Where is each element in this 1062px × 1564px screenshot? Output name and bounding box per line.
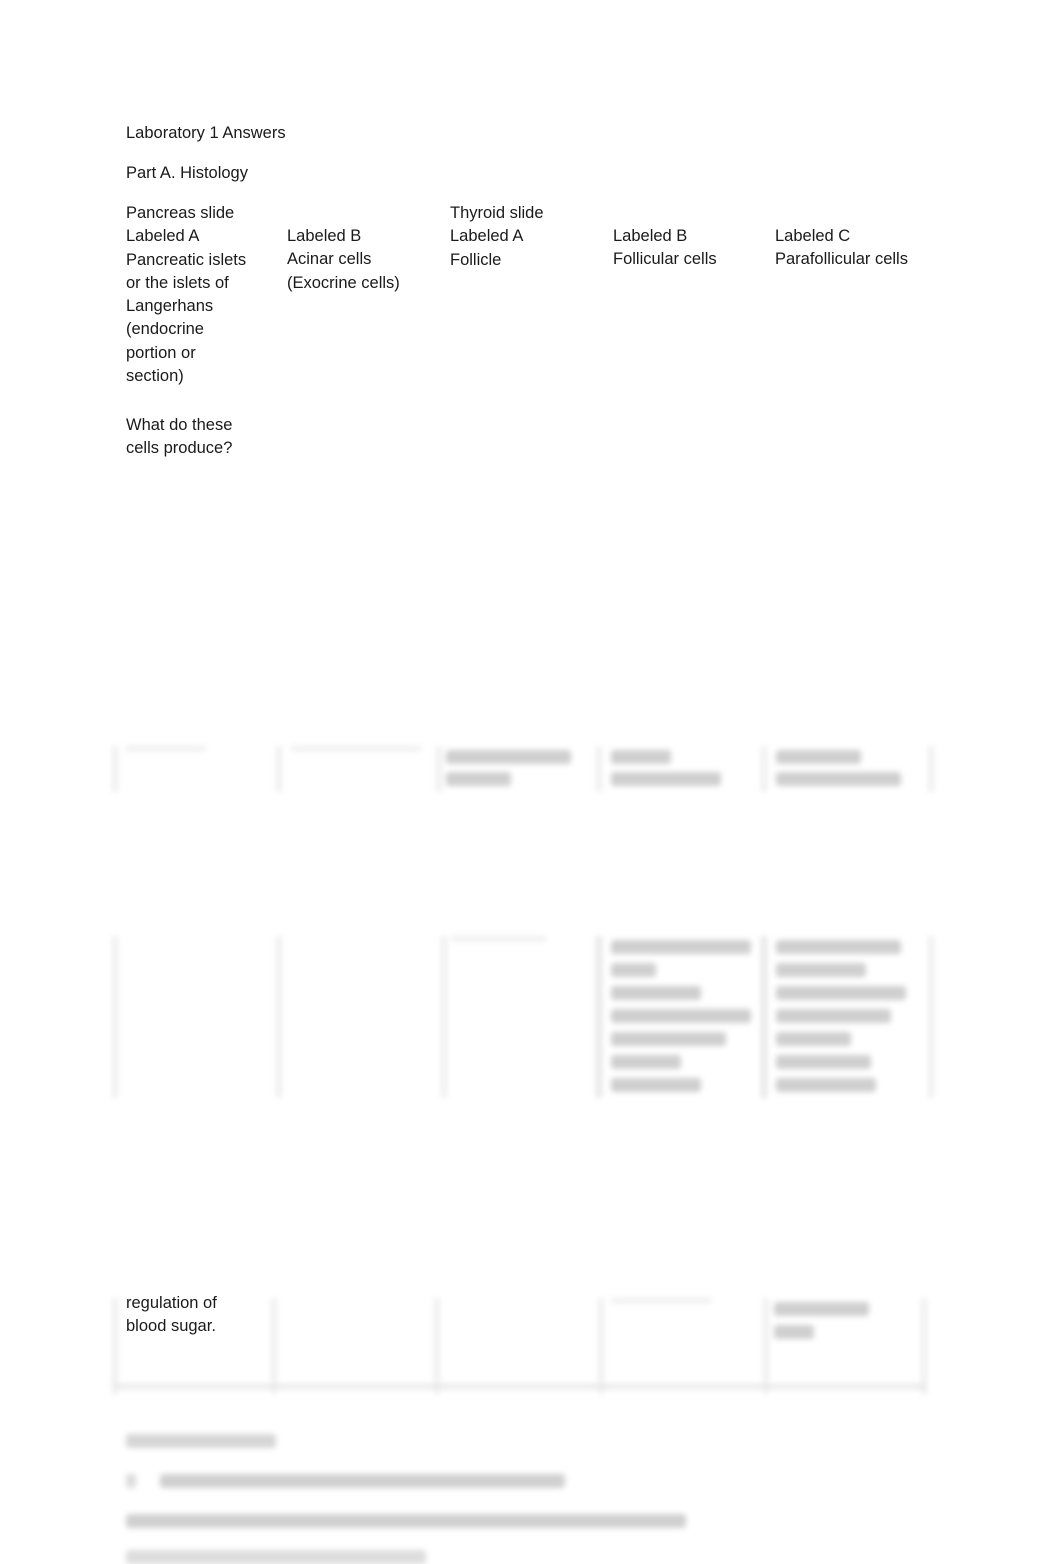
column-answer-line: Acinar cells [287, 250, 372, 269]
column-answer-line: or the islets of [126, 273, 229, 292]
column-answer-line: (endocrine [126, 320, 204, 339]
section-heading: Part A. Histology [126, 164, 248, 182]
column-answer-line: Pancreatic islets [126, 250, 247, 269]
column-answer-line: Langerhans [126, 297, 214, 316]
column-label: Labeled B [287, 227, 362, 245]
column-heading: Pancreas slide [126, 204, 235, 222]
column-answer-line: section) [126, 367, 184, 386]
column-thyroid-a: Thyroid slide Labeled A Follicle [450, 202, 544, 272]
column-pancreas-a: Pancreas slide Labeled A Pancreatic isle… [126, 202, 246, 388]
column-answer-line: portion or [126, 343, 196, 362]
column-heading: Thyroid slide [450, 204, 544, 222]
obscured-content-band [106, 1298, 940, 1394]
obscured-content-band [106, 936, 940, 1098]
question-line: What do these [126, 416, 233, 434]
question-text: What do these cells produce? [126, 414, 232, 461]
column-answer-line: Follicle [450, 250, 502, 269]
column-thyroid-c: Labeled C Parafollicular cells [775, 225, 908, 272]
column-label: Labeled B [613, 227, 688, 245]
document-title: Laboratory 1 Answers [126, 124, 286, 142]
column-label: Labeled C [775, 227, 851, 245]
column-answer-line: (Exocrine cells) [287, 273, 400, 292]
question-line: cells produce? [126, 439, 233, 458]
visible-answer-fragment: regulation of blood sugar. [126, 1292, 217, 1339]
obscured-section [126, 1430, 726, 1564]
obscured-content-band [106, 746, 940, 792]
column-thyroid-b: Labeled B Follicular cells [613, 225, 717, 272]
column-answer-line: Follicular cells [613, 250, 717, 269]
answer-line: blood sugar. [126, 1317, 216, 1336]
column-pancreas-b: Labeled B Acinar cells (Exocrine cells) [287, 225, 400, 295]
column-label: Labeled A [126, 227, 200, 246]
column-label: Labeled A [450, 227, 524, 246]
answer-line: regulation of [126, 1294, 217, 1312]
column-answer-line: Parafollicular cells [775, 250, 908, 269]
